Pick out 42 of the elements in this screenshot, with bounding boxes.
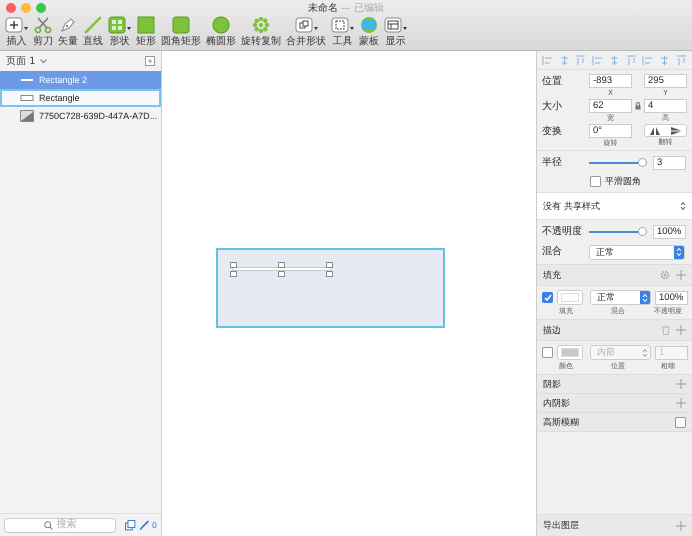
value-field[interactable]: -893	[589, 74, 632, 88]
toolbar-button[interactable]: 显示	[383, 15, 408, 48]
section-title: 描边	[543, 324, 562, 336]
blend-select[interactable]: 正常	[589, 244, 685, 260]
property-label: 混合	[542, 245, 563, 259]
property-label: 半径	[542, 156, 563, 170]
property-label: 变换	[542, 124, 563, 139]
toolbar-button[interactable]: 剪刀	[32, 15, 54, 48]
toolbar-button[interactable]: 圆角矩形	[160, 15, 202, 48]
checkbox-label: 平滑圆角	[605, 176, 641, 188]
section-title: 导出图层	[543, 520, 580, 532]
page-selector[interactable]: 页面 1	[6, 54, 36, 68]
value-field[interactable]: 62	[589, 99, 632, 113]
property-label: 大小	[542, 100, 563, 114]
toolbar-button[interactable]: 插入	[4, 15, 29, 48]
toolbar-button[interactable]: 形状	[107, 15, 132, 48]
opacity-field[interactable]: 100%	[653, 225, 686, 239]
radius-field[interactable]: 3	[653, 156, 686, 170]
section-title: 阴影	[543, 378, 562, 390]
opacity-field[interactable]: 100%	[655, 290, 688, 304]
toolbar-button[interactable]: 直线	[82, 15, 104, 48]
blend-select[interactable]: 正常	[590, 290, 651, 305]
toolbar-button[interactable]: 蒙板	[358, 15, 380, 48]
toolbar-button[interactable]: 旋转复制	[240, 15, 282, 48]
value-field[interactable]: 4	[644, 99, 687, 113]
section-title: 内阴影	[543, 398, 571, 410]
toolbar-button[interactable]: 工具	[330, 15, 355, 48]
toolbar-button[interactable]: 椭圆形	[205, 15, 237, 48]
window-title: 未命名	[308, 2, 338, 14]
toolbar-button[interactable]: 合并形状	[285, 15, 327, 48]
slice-count: 0	[152, 520, 157, 530]
layer-item[interactable]: Rectangle	[0, 89, 161, 107]
shared-style-selector[interactable]: 没有 共享样式	[537, 193, 692, 220]
toolbar-button[interactable]: 矩形	[135, 15, 157, 48]
property-label: 位置	[542, 74, 563, 89]
property-label: 不透明度	[542, 224, 583, 239]
toolbar-button[interactable]: 矢量	[57, 15, 79, 48]
section-title: 高斯模糊	[543, 416, 580, 428]
value-field[interactable]: 295	[644, 74, 687, 88]
value-field[interactable]: 0°	[589, 124, 632, 138]
layer-item[interactable]: 7750C728-639D-447A-A7D...	[0, 107, 161, 125]
section-title: 填充	[543, 270, 562, 282]
